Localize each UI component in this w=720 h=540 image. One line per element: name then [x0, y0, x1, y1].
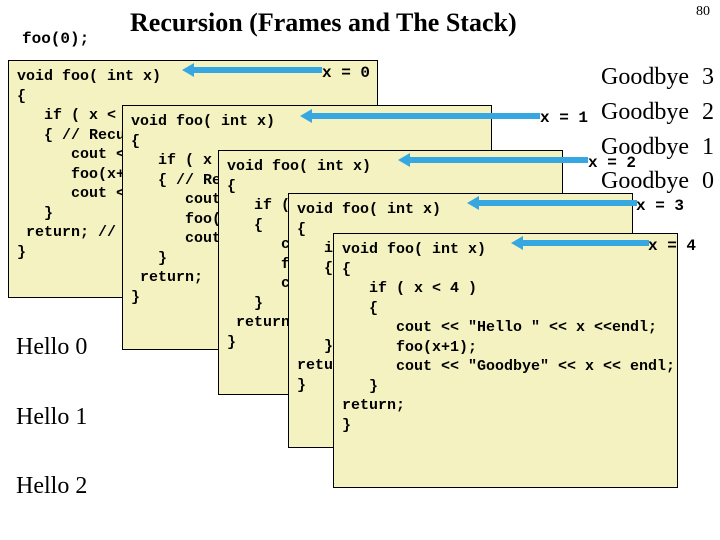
invoke-call: foo(0); — [22, 30, 89, 48]
frame-1-x-label: x = 1 — [540, 109, 588, 127]
output-goodbye: Goodbye Goodbye Goodbye Goodbye — [601, 60, 689, 199]
frame-3-x-label: x = 3 — [636, 197, 684, 215]
output-goodbye-nums: 3 2 1 0 — [702, 60, 714, 199]
stack-frame-4: void foo( int x) { if ( x < 4 ) { cout <… — [333, 233, 678, 488]
page-number: 80 — [696, 4, 710, 20]
slide-title: Recursion (Frames and The Stack) — [130, 8, 517, 38]
frame-4-x-label: x = 4 — [648, 237, 696, 255]
slide: 80 Recursion (Frames and The Stack) foo(… — [0, 0, 720, 540]
output-hello: Hello 0 Hello 1 Hello 2 Hello 3 — [16, 330, 87, 540]
frame-2-x-label: x = 2 — [588, 154, 636, 172]
frame-0-x-label: x = 0 — [322, 64, 370, 82]
